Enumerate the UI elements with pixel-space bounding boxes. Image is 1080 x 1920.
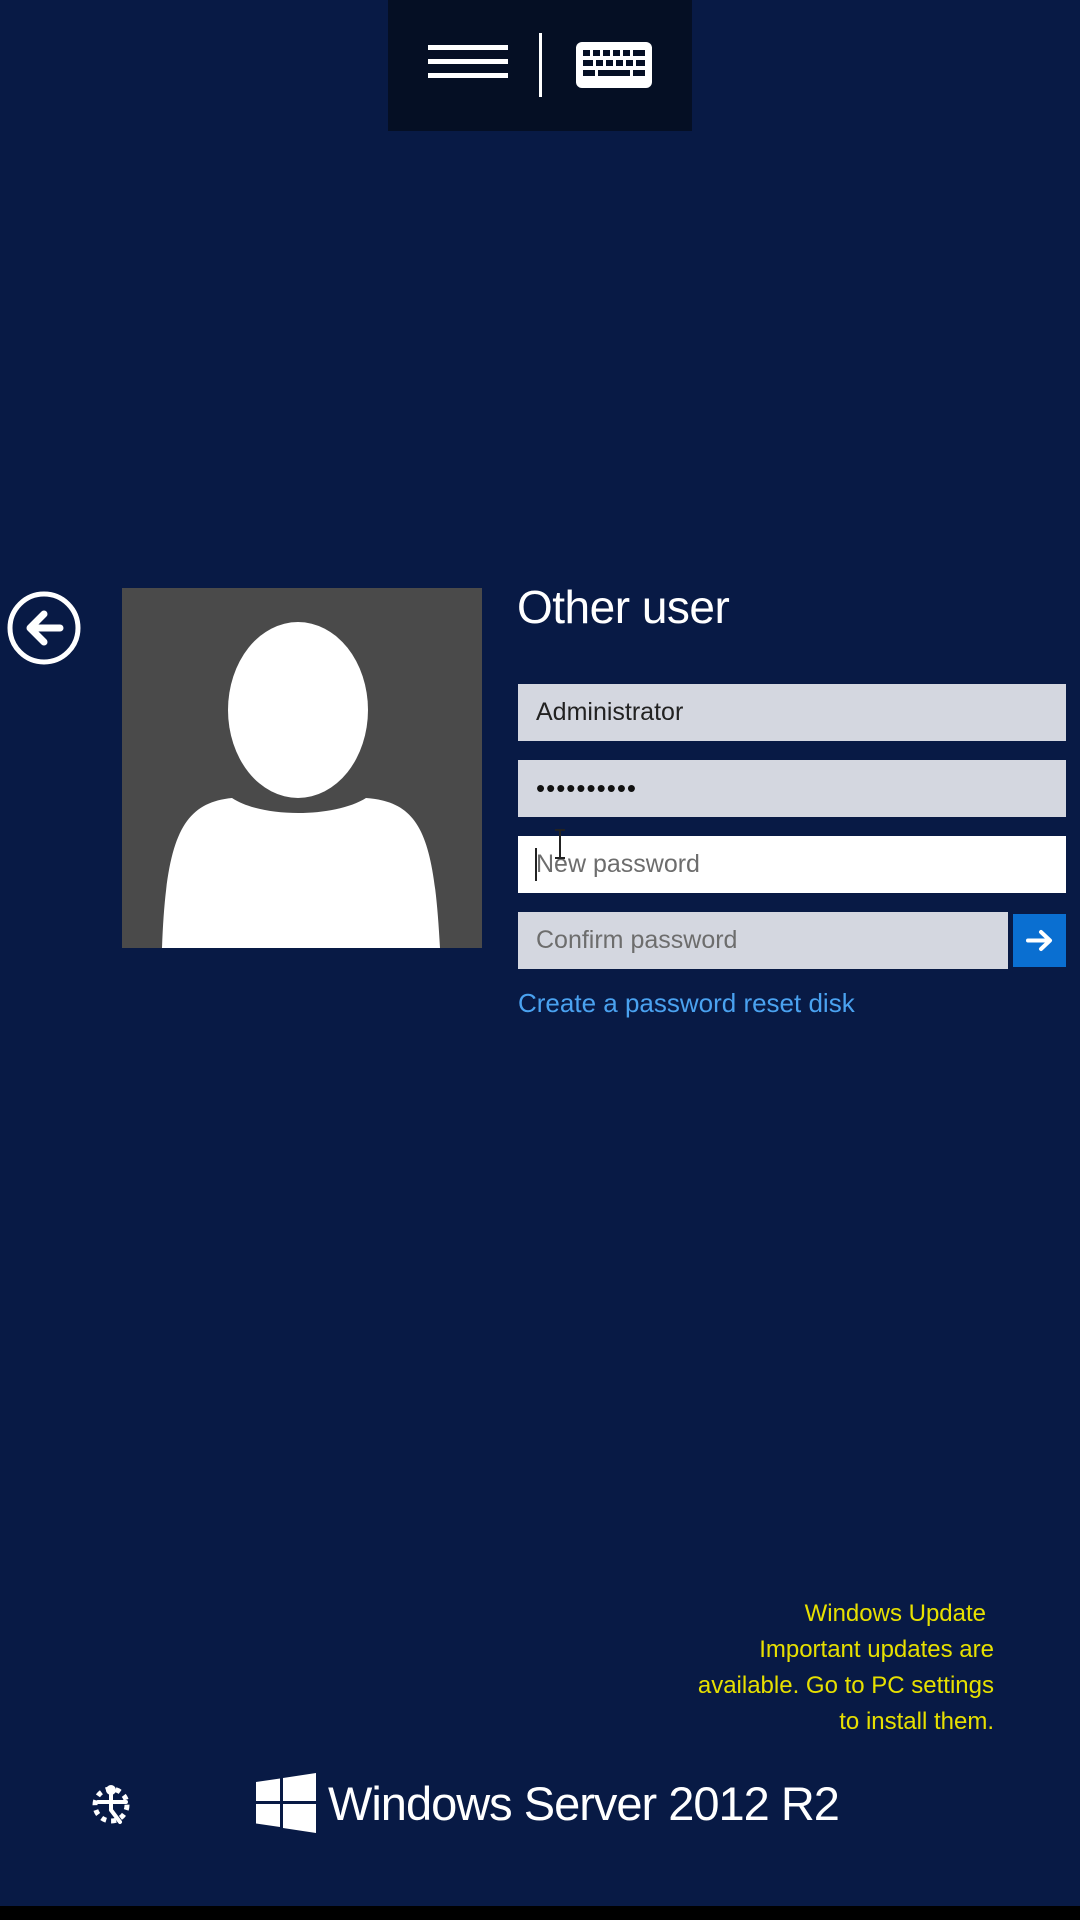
password-reset-link[interactable]: Create a password reset disk (518, 988, 855, 1019)
username-field[interactable] (518, 684, 1066, 741)
ibeam-cursor-icon (555, 829, 565, 859)
toolbar-divider (539, 33, 542, 97)
user-title: Other user (517, 581, 730, 633)
lock-screen: Other user Create a password reset disk … (0, 0, 1080, 1920)
text-caret (535, 848, 537, 881)
confirm-password-field[interactable] (518, 912, 1008, 969)
bottom-edge-bar (0, 1906, 1080, 1920)
windows-server-branding: Windows Server 2012 R2 (256, 1772, 840, 1834)
current-password-field[interactable] (518, 760, 1066, 817)
brand-text: Windows Server 2012 R2 (328, 1776, 840, 1830)
keyboard-icon[interactable] (574, 40, 654, 90)
back-arrow-icon[interactable] (6, 590, 82, 666)
new-password-field[interactable] (518, 836, 1066, 893)
hamburger-menu-icon[interactable] (418, 36, 518, 96)
top-toolbar (388, 0, 692, 131)
notification-line: Important updates are (759, 1636, 994, 1663)
notification-line: available. Go to PC settings (697, 1672, 994, 1699)
windows-update-notification[interactable]: Windows Update Important updates are ava… (574, 1596, 994, 1740)
ease-of-access-icon[interactable] (86, 1780, 136, 1830)
user-avatar (122, 588, 482, 948)
notification-line: to install them. (839, 1708, 994, 1735)
right-arrow-icon (1026, 930, 1052, 951)
submit-button[interactable] (1013, 914, 1066, 967)
windows-logo-icon (256, 1773, 316, 1833)
notification-title: Windows Update (804, 1600, 986, 1627)
